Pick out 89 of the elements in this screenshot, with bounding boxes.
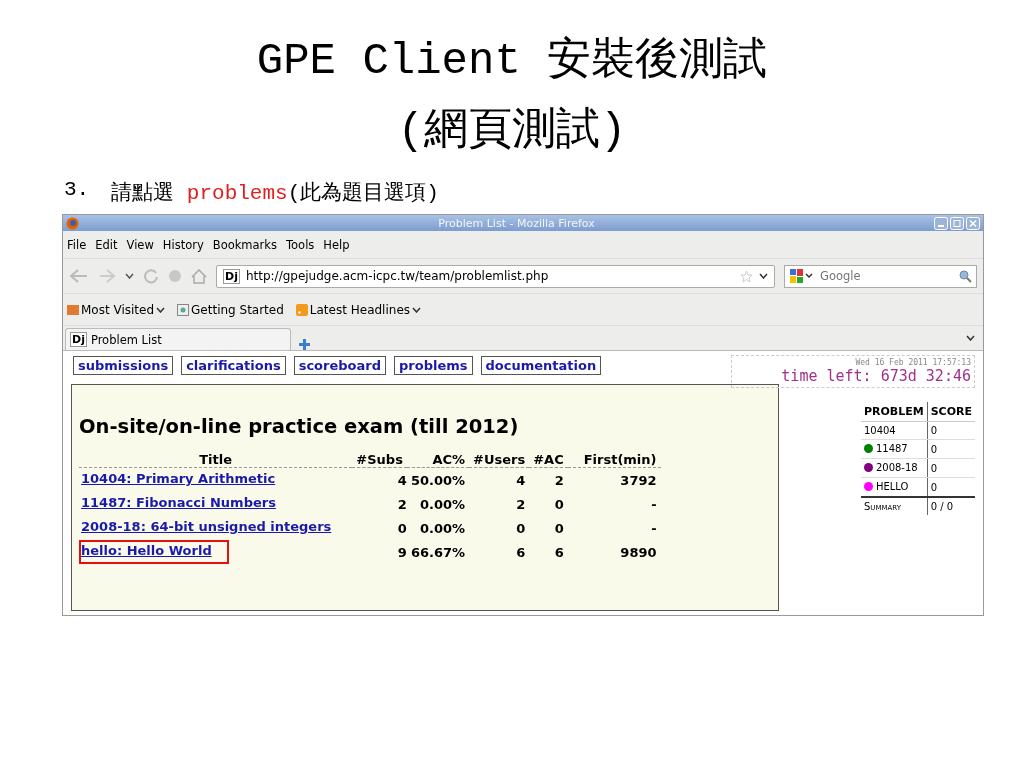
- nav-link[interactable]: submissions: [73, 356, 174, 375]
- column-header: #Subs: [352, 452, 407, 468]
- table-cell-text: 2: [515, 495, 527, 514]
- menu-item[interactable]: Tools: [286, 237, 315, 252]
- table-cell-text: -: [650, 495, 658, 514]
- table-cell-text: 0: [553, 519, 565, 538]
- forward-icon[interactable]: [98, 268, 116, 284]
- stop-icon[interactable]: [168, 269, 182, 283]
- table-cell: 4: [469, 467, 530, 492]
- search-field[interactable]: Google: [784, 264, 977, 288]
- table-cell-text: 0: [396, 519, 407, 538]
- window-title: Problem List - Mozilla Firefox: [437, 216, 596, 230]
- column-header: AC%: [406, 452, 470, 468]
- caret-icon[interactable]: [759, 273, 768, 279]
- table-cell-text: 0.00%: [418, 495, 467, 514]
- menu-item[interactable]: Help: [323, 237, 350, 252]
- date-text: Wed 16 Feb 2011 17:57:13: [854, 358, 971, 367]
- table-cell-text: 66.67%: [409, 543, 467, 562]
- problem-link[interactable]: hello: Hello World: [79, 540, 229, 564]
- problem-link[interactable]: 10404: Primary Arithmetic: [79, 468, 293, 492]
- table-cell: 2008-18: [863, 462, 918, 473]
- step-instruction: 請點選 problems(此為題目選項): [111, 180, 439, 206]
- table-cell-text: 6: [553, 543, 565, 562]
- summary-label: Summary: [860, 497, 928, 515]
- browser-logo-icon: [66, 216, 79, 230]
- caret-icon[interactable]: [125, 273, 134, 279]
- table-cell-text: 9: [396, 543, 407, 562]
- menu-item[interactable]: Bookmarks: [212, 237, 277, 252]
- table-cell: 50.00%: [406, 467, 470, 492]
- feed-icon: [295, 303, 308, 316]
- table-cell-text: 0: [553, 495, 565, 514]
- address-field[interactable]: Dj http://gpejudge.acm-icpc.tw/team/problemlist.php: [216, 264, 775, 288]
- site-icon: Dj: [223, 268, 240, 284]
- column-header: #AC: [529, 452, 568, 468]
- table-cell-text: 0: [515, 519, 527, 538]
- bookmark-item[interactable]: Most Visited: [67, 302, 166, 317]
- close-icon[interactable]: [966, 216, 980, 230]
- table-cell: 0: [927, 421, 975, 440]
- caret-icon[interactable]: [966, 335, 975, 341]
- step-number: 3.: [64, 178, 90, 203]
- table-cell: 0 / 0: [927, 497, 975, 515]
- nav-link[interactable]: documentation: [480, 356, 602, 375]
- home-icon[interactable]: [191, 268, 207, 284]
- table-cell: 0: [927, 477, 975, 497]
- back-icon[interactable]: [69, 268, 89, 284]
- column-header: SCORE: [927, 402, 975, 422]
- folder-icon: [67, 304, 79, 315]
- star-icon[interactable]: [740, 269, 753, 283]
- menu-item[interactable]: File: [67, 237, 87, 252]
- table-cell: 11487: [863, 443, 908, 454]
- reload-icon[interactable]: [143, 268, 159, 284]
- column-header: #Users: [469, 452, 530, 468]
- slide-title: (網頁測試): [396, 105, 628, 158]
- menu-item[interactable]: History: [162, 237, 204, 252]
- menu-item[interactable]: Edit: [95, 237, 118, 252]
- table-cell-text: -: [650, 519, 658, 538]
- time-left: time left: 673d 32:46: [780, 367, 971, 385]
- maximize-icon[interactable]: [950, 216, 964, 230]
- table-cell: 3792: [567, 467, 661, 492]
- new-tab-icon[interactable]: [299, 339, 310, 350]
- column-header: First(min): [567, 452, 661, 468]
- table-cell-text: 9890: [619, 543, 658, 562]
- browser-tab[interactable]: Dj Problem List: [65, 328, 291, 350]
- problem-link[interactable]: 2008-18: 64-bit unsigned integers: [79, 516, 349, 540]
- page-icon: [177, 303, 190, 316]
- contest-heading: On-site/on-line practice exam (till 2012): [79, 415, 520, 438]
- table-cell: 2: [529, 467, 568, 492]
- column-header: PROBLEM: [860, 402, 928, 422]
- table-cell: 0: [927, 458, 975, 478]
- nav-link[interactable]: clarifications: [181, 356, 286, 375]
- slide-title: GPE Client 安裝後測試: [255, 35, 769, 88]
- table-cell: 0.00%: [406, 516, 470, 540]
- table-cell: HELLO: [863, 481, 909, 492]
- problem-link[interactable]: 11487: Fibonacci Numbers: [79, 492, 293, 516]
- search-icon[interactable]: [959, 269, 972, 283]
- table-cell: 0: [927, 439, 975, 459]
- menu-item[interactable]: View: [126, 237, 154, 252]
- nav-link[interactable]: problems: [394, 356, 473, 375]
- bookmark-item[interactable]: Getting Started: [177, 302, 284, 317]
- table-cell: 4: [352, 467, 407, 492]
- minimize-icon[interactable]: [934, 216, 948, 230]
- nav-link[interactable]: scoreboard: [293, 356, 386, 375]
- table-cell-text: 2: [396, 495, 407, 514]
- table-cell-text: 6: [515, 543, 527, 562]
- search-engine-icon[interactable]: [789, 268, 815, 284]
- bookmark-item[interactable]: Latest Headlines: [295, 302, 421, 317]
- table-cell: 10404: [863, 425, 896, 436]
- search-input[interactable]: Google: [818, 268, 956, 284]
- column-header: Title: [79, 452, 353, 468]
